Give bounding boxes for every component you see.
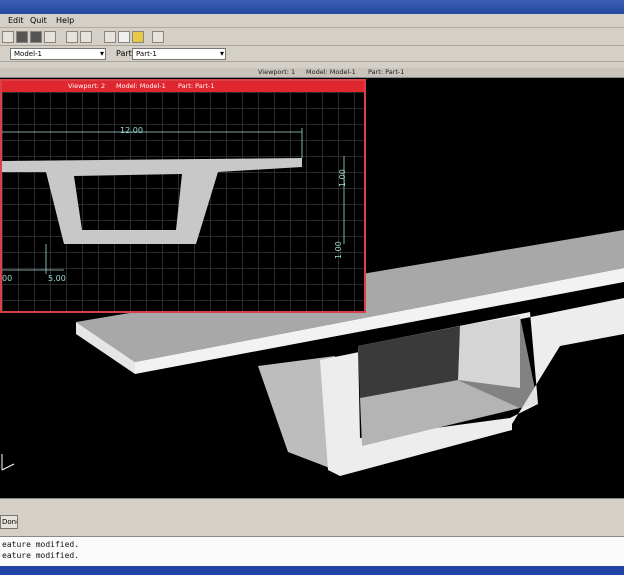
dimension-bottom-mid: 5.00	[48, 274, 66, 283]
cross-section-profile	[2, 158, 302, 244]
message-line: eature modified.	[2, 551, 80, 560]
viewport-tab[interactable]: Viewport: 1	[258, 68, 295, 76]
sketch-viewport-tab: Viewport: 2	[68, 82, 106, 90]
view-icon[interactable]	[44, 31, 56, 43]
menu-item-quit[interactable]: Quit	[30, 16, 47, 25]
zoom-icon[interactable]	[16, 31, 28, 43]
shade-icon[interactable]	[132, 31, 144, 43]
query-icon[interactable]	[152, 31, 164, 43]
mesh-icon[interactable]	[66, 31, 78, 43]
chevron-down-icon: ▾	[219, 49, 224, 58]
dimension-bottom-left: 00	[2, 274, 13, 283]
sketch-part-tab: Part: Part-1	[178, 82, 215, 90]
viewport-title-strip: Viewport: 1 Model: Model-1 Part: Part-1	[0, 68, 624, 78]
model-select[interactable]: Model-1 ▾	[10, 48, 106, 60]
toolbar	[0, 28, 624, 46]
chevron-down-icon: ▾	[99, 49, 104, 58]
view-triad	[0, 450, 24, 480]
sketch-viewport[interactable]: Viewport: 2 Model: Model-1 Part: Part-1 …	[0, 79, 366, 313]
iso-view-icon[interactable]	[104, 31, 116, 43]
message-line: eature modified.	[2, 540, 80, 549]
window-title-bar	[0, 0, 624, 14]
dimension-height-b: 1.00	[338, 169, 347, 187]
select-icon[interactable]	[2, 31, 14, 43]
message-area: eature modified. eature modified.	[0, 536, 624, 566]
model-select-value: Model-1	[14, 50, 42, 58]
sketch-model-tab: Model: Model-1	[116, 82, 166, 90]
render-icon[interactable]	[80, 31, 92, 43]
done-button[interactable]: Done	[0, 515, 18, 529]
sketch-viewport-title-bar: Viewport: 2 Model: Model-1 Part: Part-1	[2, 81, 364, 92]
taskbar-strip	[0, 566, 624, 575]
context-bar: Model-1 ▾ Part Part-1 ▾	[0, 46, 624, 62]
menu-item-edit[interactable]: Edit	[8, 16, 24, 25]
axis-triad-icon	[1, 454, 15, 471]
part-tab[interactable]: Part: Part-1	[368, 68, 404, 76]
menu-item-help[interactable]: Help	[56, 16, 74, 25]
dimension-height-a: 1.00	[334, 241, 343, 259]
model-tab[interactable]: Model: Model-1	[306, 68, 356, 76]
part-label: Part	[116, 49, 132, 58]
menu-bar: Edit Quit Help	[0, 14, 624, 28]
box-icon[interactable]	[118, 31, 130, 43]
part-select-value: Part-1	[136, 50, 157, 58]
dimension-width: 12.00	[120, 126, 143, 135]
pause-icon[interactable]	[30, 31, 42, 43]
part-select[interactable]: Part-1 ▾	[132, 48, 226, 60]
prompt-area: Done	[0, 498, 624, 536]
